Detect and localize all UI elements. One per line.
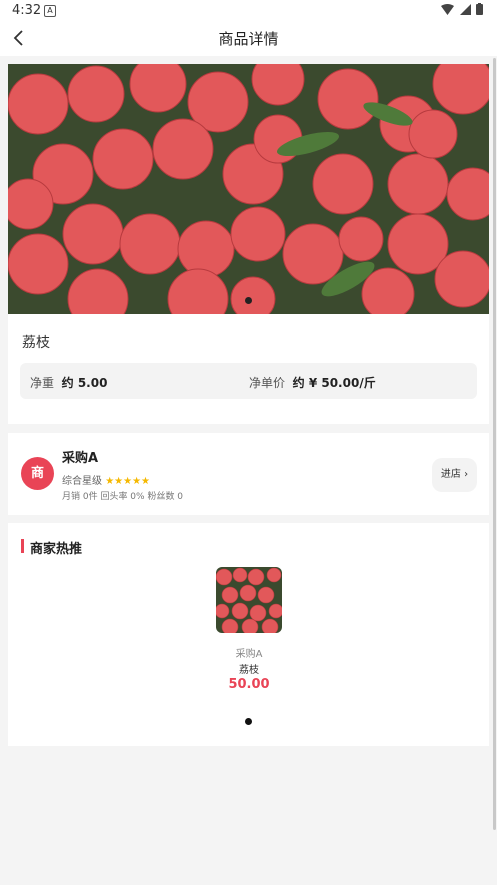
unit-price-row: 净单价 约 ¥ 50.00/斤 — [249, 374, 376, 391]
recommended-product-shop: 采购A — [235, 649, 263, 660]
status-bar: 4:32 A — [0, 0, 497, 22]
battery-icon — [476, 3, 483, 15]
section-title: 商家热推 — [30, 542, 83, 557]
star-rating-icon: ★★★★★ — [105, 476, 151, 487]
navbar: 商品详情 — [0, 22, 497, 56]
product-image-carousel[interactable] — [8, 64, 489, 314]
enter-shop-button[interactable]: 进店 › — [432, 458, 477, 492]
unit-price-value: 约 ¥ 50.00/斤 — [292, 376, 376, 390]
status-icons — [441, 3, 483, 18]
notification-icon: A — [44, 5, 56, 17]
weight-row: 净重 约 5.00 — [30, 374, 107, 391]
shop-stats: 月销 0件 回头率 0% 粉丝数 0 — [62, 492, 184, 502]
shop-avatar: 商 — [21, 457, 54, 490]
page-title: 商品详情 — [218, 30, 279, 48]
status-time: 4:32 — [12, 3, 42, 18]
section-accent-bar — [21, 539, 24, 553]
product-name: 荔枝 — [22, 335, 50, 351]
wifi-icon — [441, 4, 454, 15]
weight-value: 约 5.00 — [61, 376, 108, 390]
carousel-indicator[interactable] — [245, 297, 252, 304]
recommended-product-price: 50.00 — [228, 677, 270, 692]
recommended-product-image — [216, 567, 282, 633]
recommended-product[interactable]: 采购A 荔枝 50.00 — [216, 567, 282, 692]
recommend-carousel-indicator[interactable] — [245, 718, 252, 725]
shop-name: 采购A — [62, 451, 99, 466]
scrollbar[interactable] — [493, 58, 496, 830]
unit-price-label: 净单价 — [249, 376, 286, 390]
hot-recommend-card: 商家热推 采购A 荔枝 50.00 — [8, 523, 489, 746]
product-info-card: 荔枝 净重 约 5.00 净单价 约 ¥ 50.00/斤 — [8, 314, 489, 424]
weight-label: 净重 — [30, 376, 55, 390]
rating-label: 综合星级 — [62, 476, 102, 487]
shop-card: 商 采购A 综合星级 ★★★★★ 月销 0件 回头率 0% 粉丝数 0 进店 › — [8, 433, 489, 515]
signal-icon — [459, 4, 471, 15]
product-spec-box: 净重 约 5.00 净单价 约 ¥ 50.00/斤 — [20, 363, 477, 399]
product-image — [8, 64, 489, 314]
shop-rating: 综合星级 ★★★★★ — [62, 472, 150, 487]
recommended-product-name: 荔枝 — [239, 665, 259, 676]
